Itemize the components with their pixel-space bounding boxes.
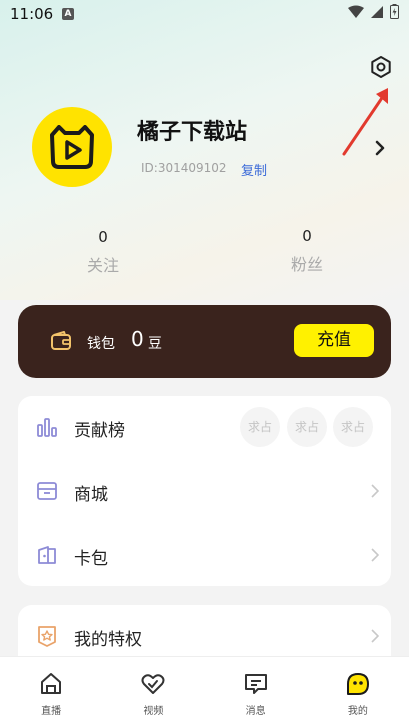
status-icons <box>348 4 399 19</box>
tab-label: 我的 <box>347 706 368 717</box>
tab-me[interactable]: 我的 <box>307 657 409 728</box>
menu-label-card-pack: 卡包 <box>74 549 108 569</box>
chevron-right-icon <box>371 629 379 643</box>
follow-label: 关注 <box>86 256 119 275</box>
menu-item-mall[interactable]: 商城 <box>18 462 391 520</box>
wallet-label: 钱包 <box>87 336 115 352</box>
contribution-slot[interactable]: 求占 <box>240 407 280 447</box>
profile-face-icon <box>346 673 369 695</box>
wallet-unit: 豆 <box>148 336 162 352</box>
follow-count: 0 <box>98 228 108 246</box>
annotation-arrow <box>342 88 388 156</box>
profile-id: ID:301409102 <box>141 161 227 175</box>
tab-label: 直播 <box>41 706 62 717</box>
settings-button[interactable] <box>369 55 393 79</box>
tab-video[interactable]: 视频 <box>102 657 204 728</box>
contribution-slot[interactable]: 求占 <box>333 407 373 447</box>
heart-icon <box>141 674 165 694</box>
menu-item-card-pack[interactable]: 卡包 <box>18 526 391 584</box>
card-pack-icon <box>38 546 56 564</box>
bar-chart-icon <box>37 418 57 437</box>
tab-label: 消息 <box>245 706 266 717</box>
status-time: 11:06 <box>10 5 54 23</box>
contribution-slot[interactable]: 求占 <box>287 407 327 447</box>
copy-id-button[interactable]: 复制 <box>241 160 267 179</box>
tab-live[interactable]: 直播 <box>0 657 102 728</box>
profile-name: 橘子下载站 <box>137 120 248 145</box>
notification-badge-icon: A <box>62 8 74 20</box>
shop-icon <box>37 482 57 500</box>
message-icon <box>244 674 267 694</box>
menu-label-mall: 商城 <box>74 485 108 505</box>
badge-icon <box>38 626 56 647</box>
menu-label-privileges: 我的特权 <box>74 630 142 650</box>
chevron-right-icon <box>371 548 379 562</box>
tv-logo-icon <box>50 125 94 169</box>
signal-icon <box>371 5 383 18</box>
menu-label-contribution: 贡献榜 <box>74 421 125 441</box>
wallet-icon <box>51 331 71 350</box>
wallet-amount: 0 <box>131 327 144 351</box>
wifi-icon <box>348 5 364 18</box>
home-icon <box>41 673 62 694</box>
follow-stat[interactable]: 0 关注 <box>43 228 163 276</box>
battery-icon <box>390 4 399 19</box>
chevron-right-icon <box>371 484 379 498</box>
fans-stat[interactable]: 0 粉丝 <box>247 227 367 275</box>
fans-count: 0 <box>302 227 312 245</box>
tab-messages[interactable]: 消息 <box>205 657 307 728</box>
fans-label: 粉丝 <box>290 255 323 274</box>
avatar[interactable] <box>32 107 112 187</box>
tab-label: 视频 <box>143 706 164 717</box>
recharge-button[interactable]: 充值 <box>294 324 374 357</box>
chevron-right-icon[interactable] <box>373 140 387 156</box>
gear-icon <box>371 56 391 78</box>
bottom-tab-bar: 直播 视频 消息 我的 <box>0 656 409 728</box>
